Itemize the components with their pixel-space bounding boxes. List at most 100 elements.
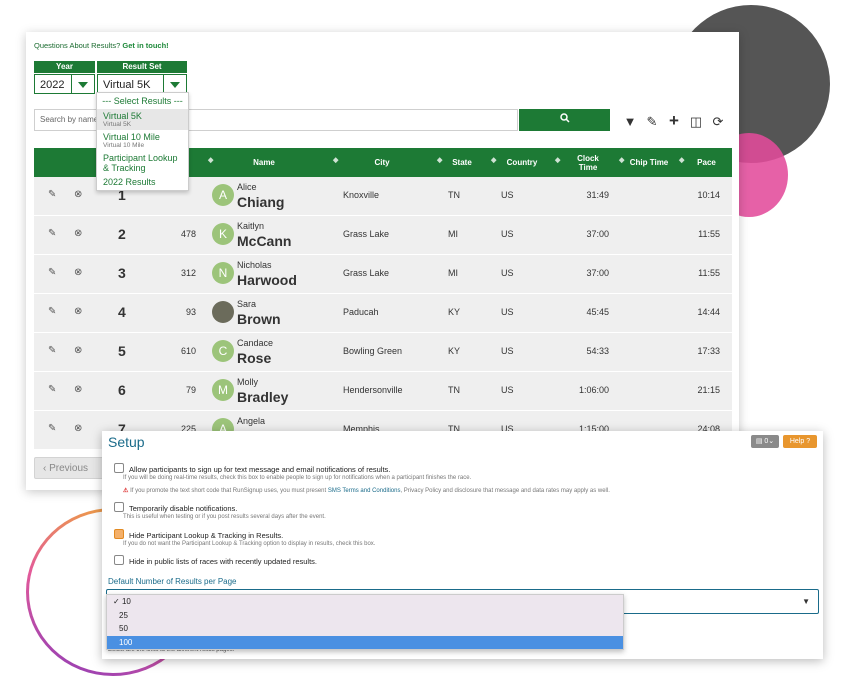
result-set-select[interactable]: Virtual 5K: [97, 74, 187, 94]
option-hint: If you will be doing real-time results, …: [123, 475, 472, 481]
per-page-option-highlighted[interactable]: 100: [107, 635, 623, 649]
result-set-value: Virtual 5K: [103, 79, 151, 91]
sort-icon[interactable]: ◆: [619, 156, 624, 164]
option-hide-public[interactable]: Hide in public lists of races with recen…: [114, 555, 317, 566]
checkbox[interactable]: [114, 463, 124, 473]
edit-icon[interactable]: ✎: [48, 345, 56, 356]
edit-icon[interactable]: ✎: [48, 423, 56, 434]
col-country[interactable]: Country: [499, 148, 545, 177]
option-hide-lookup[interactable]: Hide Participant Lookup & Tracking in Re…: [114, 529, 283, 540]
remove-icon[interactable]: ⊗: [74, 189, 82, 200]
chevron-down-icon: [163, 75, 186, 93]
bib: 312: [180, 268, 196, 278]
edit-icon[interactable]: ✎: [48, 384, 56, 395]
pace: 11:55: [698, 229, 720, 239]
edit-icon[interactable]: ✎: [48, 189, 56, 200]
pace: 17:33: [697, 346, 720, 356]
state: KY: [448, 346, 461, 356]
dropdown-item-label: Virtual 10 Mile: [103, 132, 160, 142]
dropdown-item-label: Participant Lookup & Tracking: [103, 153, 178, 173]
option-allow-notifications[interactable]: Allow participants to sign up for text m…: [114, 463, 390, 474]
questions-text: Questions About Results? Get in touch!: [34, 41, 169, 50]
columns-icon[interactable]: ◫: [685, 114, 707, 130]
place: 5: [118, 343, 126, 359]
search-button[interactable]: [519, 109, 610, 131]
remove-icon[interactable]: ⊗: [74, 345, 82, 356]
filter-icon[interactable]: ▼: [619, 114, 641, 129]
previous-label: Previous: [49, 463, 89, 474]
dropdown-header: --- Select Results ---: [102, 96, 183, 106]
sms-terms-link[interactable]: SMS Terms and Conditions: [328, 488, 401, 494]
questions-label: Questions About Results?: [34, 41, 121, 50]
col-chip-time[interactable]: Chip Time: [629, 148, 669, 177]
sort-icon[interactable]: ◆: [679, 156, 684, 164]
question-icon: ?: [806, 438, 811, 445]
checkbox[interactable]: [114, 502, 124, 512]
per-page-option[interactable]: 50: [107, 622, 623, 636]
first-name: Nicholas: [237, 260, 272, 270]
edit-icon[interactable]: ✎: [641, 114, 663, 130]
setup-title: Setup: [108, 434, 145, 450]
clock-time: 1:06:00: [578, 385, 609, 395]
chevron-left-icon: ‹: [43, 463, 47, 474]
sort-icon[interactable]: ◆: [333, 156, 338, 164]
sort-icon[interactable]: ◆: [491, 156, 496, 164]
col-pace[interactable]: Pace: [689, 148, 724, 177]
per-page-option[interactable]: 25: [107, 609, 623, 623]
option-label: Allow participants to sign up for text m…: [129, 465, 391, 474]
year-select[interactable]: 2022: [34, 74, 95, 94]
pace: 10:14: [697, 190, 720, 200]
city: Grass Lake: [343, 268, 390, 278]
edit-icon[interactable]: ✎: [48, 306, 56, 317]
dropdown-item-sub: Virtual 10 Mile: [103, 142, 145, 149]
first-name: Molly: [237, 377, 259, 387]
country: US: [501, 268, 514, 278]
col-state[interactable]: State: [442, 148, 482, 177]
checkbox[interactable]: [114, 555, 124, 565]
remove-icon[interactable]: ⊗: [74, 306, 82, 317]
table-row: ✎ ⊗ 4 93 Sara Brown Paducah KY US 45:45 14:44: [34, 294, 732, 333]
last-name: Rose: [237, 350, 272, 366]
dropdown-item[interactable]: Virtual 5K Virtual 5K: [97, 109, 188, 130]
col-clock-time[interactable]: Clock Time: [567, 148, 609, 177]
clock-time: 37:00: [586, 268, 609, 278]
remove-icon[interactable]: ⊗: [74, 228, 82, 239]
checkbox-checked[interactable]: [114, 529, 124, 539]
remove-icon[interactable]: ⊗: [74, 267, 82, 278]
option-label: Temporarily disable notifications.: [129, 504, 238, 513]
country: US: [501, 307, 514, 317]
col-name[interactable]: Name: [224, 148, 304, 177]
dropdown-item[interactable]: 2022 Results: [97, 175, 188, 190]
avatar: N: [212, 262, 234, 284]
country: US: [501, 346, 514, 356]
check-icon: ✓: [113, 597, 120, 606]
dropdown-item[interactable]: Virtual 10 Mile Virtual 10 Mile: [97, 130, 188, 151]
place: 3: [118, 265, 126, 281]
dropdown-item[interactable]: Participant Lookup & Tracking: [97, 151, 188, 175]
refresh-icon[interactable]: ⟳: [707, 114, 729, 130]
per-page-label: Default Number of Results per Page: [108, 577, 237, 586]
city: Paducah: [343, 307, 379, 317]
option-disable-notifications[interactable]: Temporarily disable notifications.: [114, 502, 237, 513]
country: US: [501, 190, 514, 200]
avatar: M: [212, 379, 234, 401]
per-page-option[interactable]: ✓ 10: [107, 595, 623, 609]
help-button[interactable]: Help ?: [783, 435, 817, 448]
country: US: [501, 385, 514, 395]
clock-time: 31:49: [586, 190, 609, 200]
get-in-touch-link[interactable]: Get in touch!: [122, 41, 168, 50]
remove-icon[interactable]: ⊗: [74, 384, 82, 395]
table-row: ✎ ⊗ 6 79 M Molly Bradley Hendersonville TN US 1:06…: [34, 372, 732, 411]
sort-icon[interactable]: ◆: [555, 156, 560, 164]
sort-icon[interactable]: ◆: [208, 156, 213, 164]
col-city[interactable]: City: [350, 148, 414, 177]
panel-icon: ▤: [755, 438, 763, 445]
bib: 93: [185, 307, 196, 317]
counter-button[interactable]: ▤ 0⌄: [751, 435, 779, 448]
plus-icon[interactable]: +: [663, 111, 685, 131]
country: US: [501, 229, 514, 239]
edit-icon[interactable]: ✎: [48, 267, 56, 278]
edit-icon[interactable]: ✎: [48, 228, 56, 239]
remove-icon[interactable]: ⊗: [74, 423, 82, 434]
state: MI: [448, 229, 458, 239]
